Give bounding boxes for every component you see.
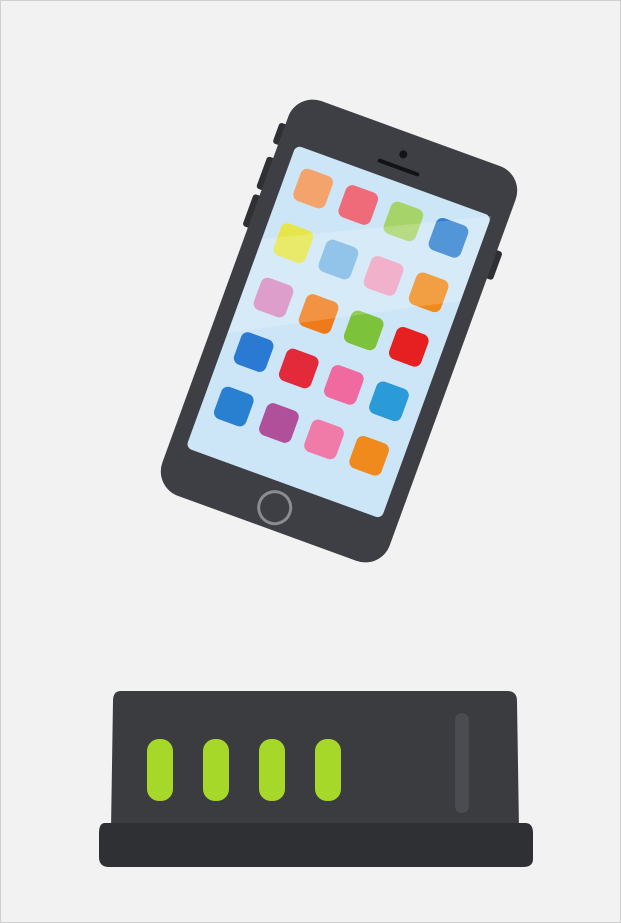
image-frame bbox=[0, 0, 621, 923]
router-icon bbox=[99, 691, 533, 867]
router-led-icon bbox=[203, 739, 229, 801]
router-led-icon bbox=[315, 739, 341, 801]
illustration-canvas bbox=[1, 1, 620, 922]
router-led-icon bbox=[147, 739, 173, 801]
router-led-icon bbox=[259, 739, 285, 801]
router-vent-strip bbox=[455, 713, 469, 813]
router-base bbox=[99, 823, 533, 867]
illustration-scene bbox=[1, 1, 620, 922]
